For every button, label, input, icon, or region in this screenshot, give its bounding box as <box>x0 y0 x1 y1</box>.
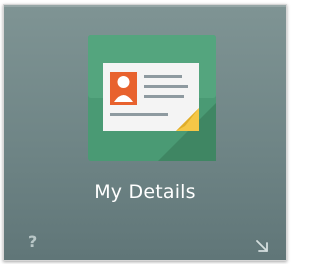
my-details-tile[interactable]: My Details ? <box>3 4 287 261</box>
tile-title[interactable]: My Details <box>4 181 286 203</box>
contact-card-icon <box>88 35 216 161</box>
help-icon[interactable]: ? <box>28 234 37 250</box>
expand-arrow-icon[interactable] <box>254 238 270 254</box>
